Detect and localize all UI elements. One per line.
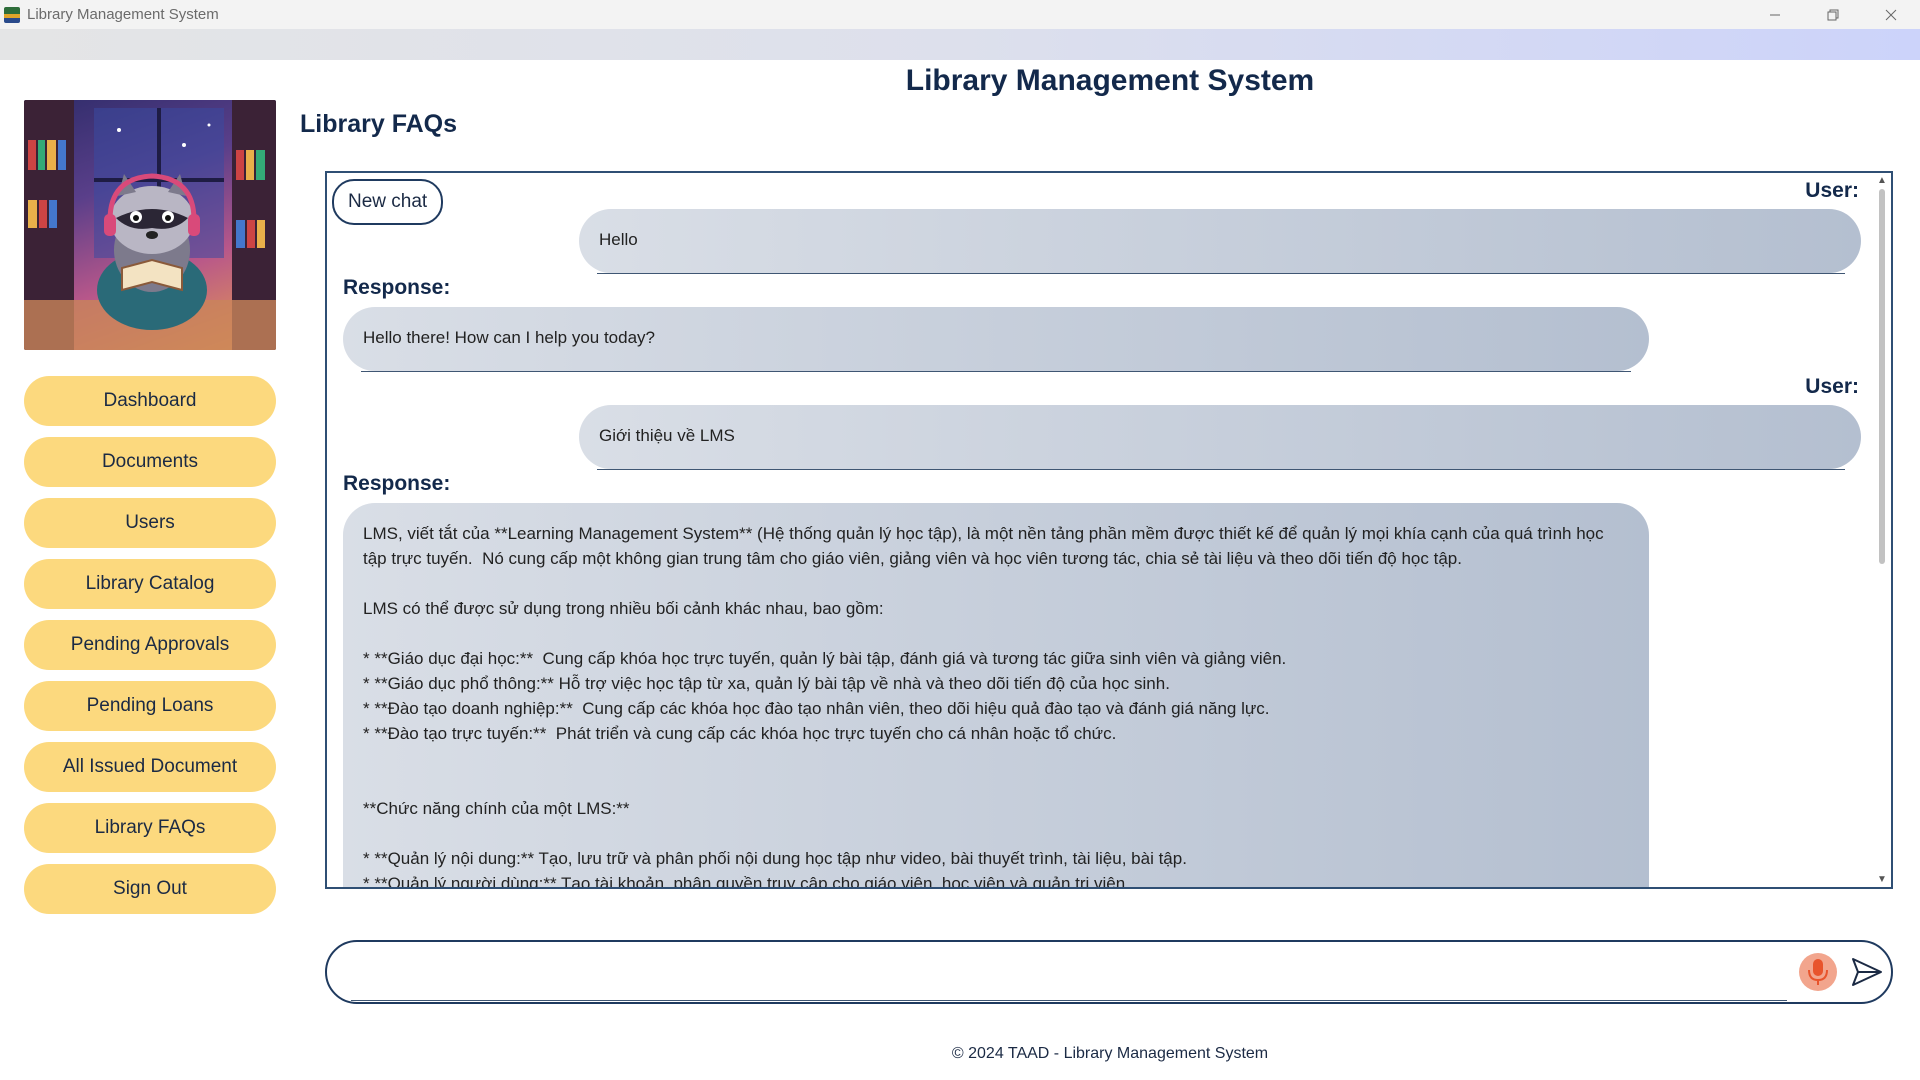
user-message-bubble: Giới thiệu về LMS bbox=[579, 405, 1861, 469]
chat-input-container bbox=[325, 940, 1893, 1004]
sidebar-item-library-catalog[interactable]: Library Catalog bbox=[24, 559, 276, 609]
send-icon bbox=[1852, 958, 1882, 986]
sidebar-nav: Dashboard Documents Users Library Catalo… bbox=[24, 376, 276, 914]
close-button[interactable] bbox=[1862, 0, 1920, 29]
sidebar: Dashboard Documents Users Library Catalo… bbox=[24, 100, 276, 925]
restore-button[interactable] bbox=[1804, 0, 1862, 29]
window-title: Library Management System bbox=[27, 6, 219, 23]
chat-input[interactable] bbox=[351, 950, 1795, 994]
app-logo-icon bbox=[4, 6, 20, 23]
message-divider bbox=[597, 469, 1845, 470]
raccoon-illustration bbox=[24, 100, 276, 350]
sidebar-item-pending-loans[interactable]: Pending Loans bbox=[24, 681, 276, 731]
user-message-bubble: Hello bbox=[579, 209, 1861, 273]
sidebar-item-all-issued-document[interactable]: All Issued Document bbox=[24, 742, 276, 792]
response-message-bubble: Hello there! How can I help you today? bbox=[343, 307, 1649, 371]
sidebar-item-documents[interactable]: Documents bbox=[24, 437, 276, 487]
sidebar-item-library-faqs[interactable]: Library FAQs bbox=[24, 803, 276, 853]
minimize-icon bbox=[1770, 14, 1780, 15]
response-message-bubble: LMS, viết tắt của **Learning Management … bbox=[343, 503, 1649, 887]
window-controls bbox=[1746, 0, 1920, 29]
sidebar-item-dashboard[interactable]: Dashboard bbox=[24, 376, 276, 426]
message-divider bbox=[361, 371, 1631, 372]
library-mascot-image bbox=[24, 100, 276, 350]
scrollbar-thumb[interactable] bbox=[1879, 189, 1885, 564]
sidebar-item-users[interactable]: Users bbox=[24, 498, 276, 548]
restore-icon bbox=[1827, 9, 1839, 20]
sidebar-item-pending-approvals[interactable]: Pending Approvals bbox=[24, 620, 276, 670]
microphone-icon bbox=[1808, 959, 1828, 985]
microphone-button[interactable] bbox=[1799, 953, 1837, 991]
chat-scrollbar[interactable]: ▲ ▼ bbox=[1875, 175, 1889, 885]
user-role-label: User: bbox=[1805, 179, 1859, 202]
minimize-button[interactable] bbox=[1746, 0, 1804, 29]
message-divider bbox=[597, 273, 1845, 274]
response-role-label: Response: bbox=[343, 276, 451, 299]
send-button[interactable] bbox=[1849, 954, 1885, 990]
sidebar-item-sign-out[interactable]: Sign Out bbox=[24, 864, 276, 914]
window-titlebar: Library Management System bbox=[0, 0, 1920, 29]
input-underline bbox=[351, 1000, 1787, 1001]
app-title: Library Management System bbox=[905, 64, 1315, 97]
new-chat-button[interactable]: New chat bbox=[332, 179, 444, 225]
chat-history-panel[interactable]: New chat User: Hello Response: Hello the… bbox=[325, 171, 1893, 889]
user-role-label: User: bbox=[1805, 375, 1859, 398]
header-band bbox=[0, 29, 1920, 60]
footer-copyright: © 2024 TAAD - Library Management System bbox=[951, 1045, 1269, 1062]
scroll-up-icon[interactable]: ▲ bbox=[1877, 175, 1887, 186]
page-title: Library FAQs bbox=[300, 110, 457, 138]
close-icon bbox=[1885, 9, 1897, 20]
scroll-down-icon[interactable]: ▼ bbox=[1877, 874, 1887, 885]
response-role-label: Response: bbox=[343, 472, 451, 495]
